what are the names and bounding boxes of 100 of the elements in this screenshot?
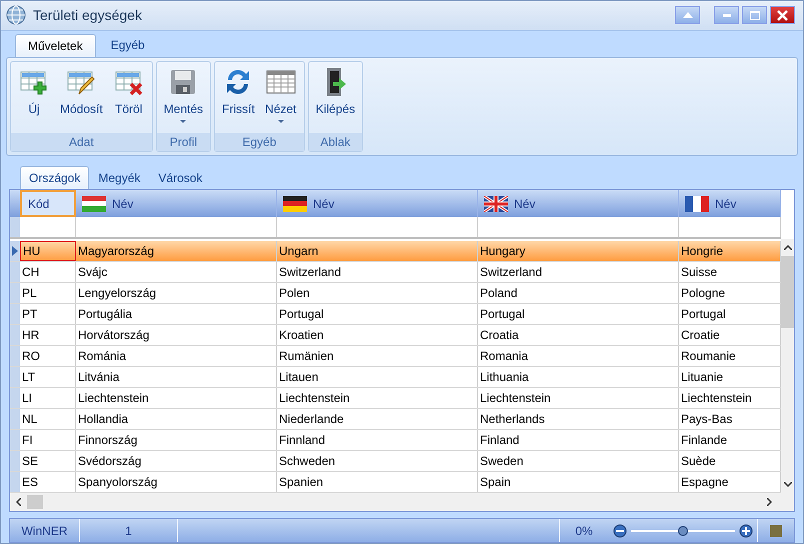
table-row[interactable]: CH Svájc Switzerland Switzerland Suisse xyxy=(10,262,781,284)
status-text: 1 xyxy=(80,519,178,542)
minimize-button[interactable] xyxy=(714,6,739,24)
table-cell: HU xyxy=(20,241,76,262)
table-row[interactable]: ES Spanyolország Spanien Spain Espagne xyxy=(10,472,781,494)
table-cell: Finnország xyxy=(76,430,277,450)
table-cell: LI xyxy=(20,388,76,408)
table-cell: Lithuania xyxy=(478,367,679,388)
ribbon-button[interactable]: Nézet xyxy=(260,64,302,134)
ribbon-button[interactable]: Módosít xyxy=(55,64,108,134)
ribbon-button[interactable]: Frissít xyxy=(217,64,260,134)
table-cell: Spanien xyxy=(277,472,478,492)
vertical-scrollbar[interactable] xyxy=(781,239,794,494)
window-title: Területi egységek xyxy=(33,7,142,24)
zoom-out-icon[interactable] xyxy=(612,524,626,538)
column-header[interactable]: Név xyxy=(478,190,679,218)
table-row[interactable]: PL Lengyelország Polen Poland Pologne xyxy=(10,283,781,304)
scroll-thumb[interactable] xyxy=(27,495,43,510)
table-cell: Portugal xyxy=(478,304,679,324)
table-cell: Liechtenstein xyxy=(478,388,679,408)
zoom-reading: 0% xyxy=(574,522,594,540)
table-row[interactable]: NL Hollandia Niederlande Netherlands Pays-Bas xyxy=(10,409,781,430)
table-cell: Svájc xyxy=(76,262,277,282)
table-cell: Spanyolország xyxy=(76,472,277,492)
table-row[interactable]: LT Litvánia Litauen Lithuania Lituanie xyxy=(10,367,781,388)
table-cell: Hungary xyxy=(478,241,679,262)
dropdown-caret-icon xyxy=(278,120,284,123)
ribbon-group-label: Profil xyxy=(156,133,210,152)
ribbon-button[interactable]: Kilépés xyxy=(310,64,360,134)
table-row[interactable]: RO Románia Rumänien Romania Roumanie xyxy=(10,346,781,368)
ribbon-button[interactable]: Új xyxy=(13,64,55,134)
table-cell: Croatia xyxy=(478,325,679,346)
table-cell: Lengyelország xyxy=(76,283,277,304)
ribbon-button[interactable]: Mentés xyxy=(158,64,208,134)
table-cell: Litvánia xyxy=(76,367,277,388)
column-header[interactable]: Név xyxy=(277,190,478,218)
table-cell: HR xyxy=(20,325,76,346)
table-row[interactable]: PT Portugália Portugal Portugal Portugal xyxy=(10,304,781,326)
table-cell: Switzerland xyxy=(277,262,478,282)
caret-up-icon xyxy=(682,12,692,18)
table-cell: SE xyxy=(20,451,76,472)
close-button[interactable] xyxy=(770,6,795,24)
table-cell: Poland xyxy=(478,283,679,304)
slider-thumb[interactable] xyxy=(678,526,688,536)
table-cell: Niederlande xyxy=(277,409,478,430)
table-cell: FI xyxy=(20,430,76,450)
table-cell: Hollandia xyxy=(76,409,277,430)
square-icon xyxy=(770,524,782,537)
table-cell: Kroatien xyxy=(277,325,478,346)
table-cell: Liechtenstein xyxy=(277,388,478,408)
table-cell: Spain xyxy=(478,472,679,492)
maximize-icon xyxy=(750,10,760,20)
row-indicator[interactable] xyxy=(10,241,20,262)
table-cell: Ungarn xyxy=(277,241,478,262)
table-row[interactable]: LI Liechtenstein Liechtenstein Liechtenstein Liechtenstein xyxy=(10,388,781,410)
table-cell: Portugália xyxy=(76,304,277,324)
dropdown-caret-icon xyxy=(180,120,186,123)
status-text: WinNER xyxy=(10,519,80,542)
table-cell: Polen xyxy=(277,283,478,304)
ribbon-tab[interactable]: Műveletek xyxy=(15,34,96,57)
table-row[interactable]: SE Svédország Schweden Sweden Suède xyxy=(10,451,781,472)
flag-icon xyxy=(484,196,508,212)
minimize-icon xyxy=(722,14,730,17)
table-cell: PT xyxy=(20,304,76,324)
flag-icon xyxy=(283,196,307,212)
table-cell: Netherlands xyxy=(478,409,679,430)
table-cell: Portugal xyxy=(277,304,478,324)
table-cell: LT xyxy=(20,367,76,388)
view-tab[interactable]: Városok xyxy=(149,166,212,190)
table-row[interactable]: HU Magyarország Ungarn Hungary Hongrie xyxy=(10,241,781,262)
column-header[interactable]: Név xyxy=(76,190,277,218)
collapse-ribbon-button[interactable] xyxy=(675,6,700,24)
row-indicator xyxy=(10,217,20,238)
table-cell: Rumänien xyxy=(277,346,478,366)
flag-icon xyxy=(82,196,106,212)
view-tab[interactable]: Megyék xyxy=(89,166,150,190)
table-cell: Liechtenstein xyxy=(76,388,277,408)
table-cell: NL xyxy=(20,409,76,430)
scroll-thumb[interactable] xyxy=(781,256,794,328)
scroll-left-icon xyxy=(16,498,21,506)
view-tab[interactable]: Országok xyxy=(20,166,90,190)
zoom-in-icon[interactable] xyxy=(738,524,752,538)
ribbon-button[interactable]: Töröl xyxy=(108,64,150,134)
table-cell: RO xyxy=(20,346,76,366)
ribbon-tab[interactable]: Egyéb xyxy=(98,34,158,57)
table-cell: Horvátország xyxy=(76,325,277,346)
ribbon-group-label: Egyéb xyxy=(215,133,304,152)
table-cell: Románia xyxy=(76,346,277,366)
table-cell: Svédország xyxy=(76,451,277,472)
flag-icon xyxy=(685,196,709,212)
close-icon xyxy=(777,10,788,21)
scroll-right-icon xyxy=(767,498,772,506)
table-cell: Finland xyxy=(478,430,679,450)
column-header[interactable]: Kód xyxy=(20,190,76,218)
table-cell: Sweden xyxy=(478,451,679,472)
table-row[interactable]: HR Horvátország Kroatien Croatia Croatie xyxy=(10,325,781,346)
column-header[interactable]: Név xyxy=(679,190,781,218)
table-cell: Romania xyxy=(478,346,679,366)
current-row-icon xyxy=(12,246,18,256)
table-row[interactable]: FI Finnország Finnland Finland Finlande xyxy=(10,430,781,452)
